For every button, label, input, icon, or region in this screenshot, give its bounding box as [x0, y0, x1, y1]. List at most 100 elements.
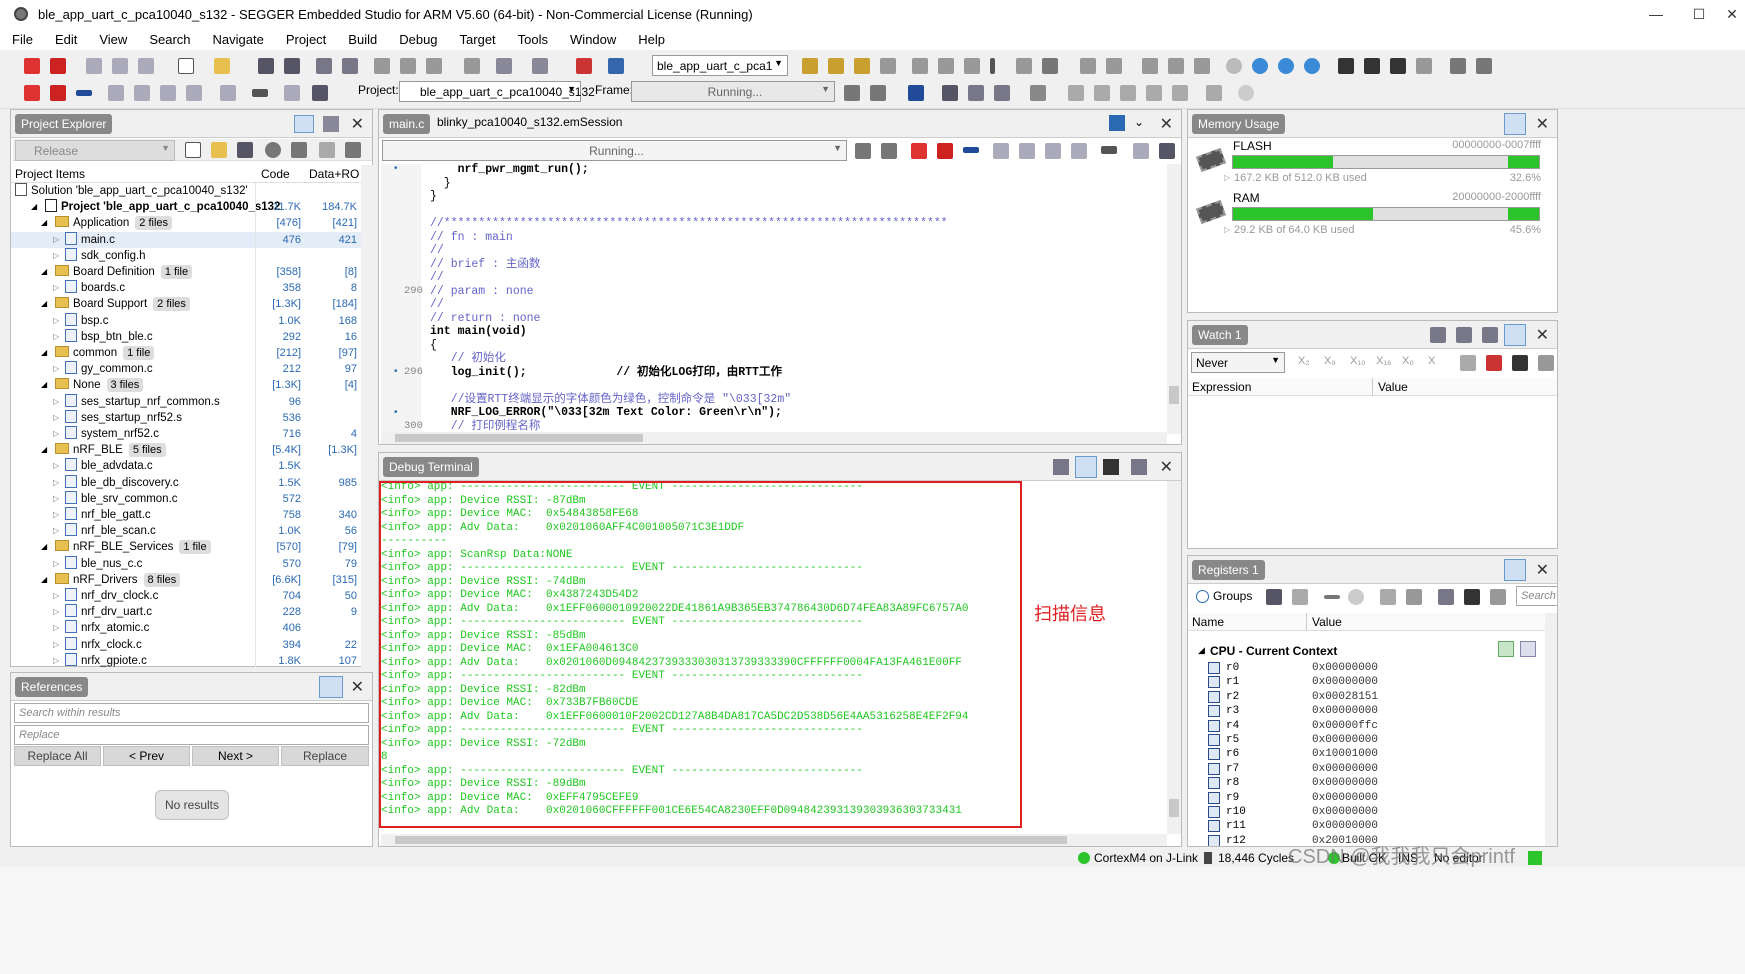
replace-button[interactable]: Replace	[281, 746, 369, 766]
stop-icon[interactable]	[50, 58, 66, 74]
register-row[interactable]: r2 0x00028151	[1188, 690, 1545, 704]
expand-triangle-icon[interactable]: ◢	[41, 345, 47, 361]
format-hex-button[interactable]: X₁₆	[1376, 355, 1392, 367]
collapsed-triangle-icon[interactable]: ▷	[53, 637, 59, 653]
explorer-scrollbar[interactable]	[361, 165, 373, 667]
register-row[interactable]: r6 0x10001000	[1188, 747, 1545, 761]
bookmark-icon[interactable]	[938, 58, 954, 74]
print-icon[interactable]	[316, 58, 332, 74]
references-options-icon[interactable]	[319, 676, 343, 698]
step-into-icon[interactable]	[1019, 143, 1035, 159]
save-icon[interactable]	[258, 58, 274, 74]
collapsed-triangle-icon[interactable]: ▷	[53, 604, 59, 620]
register-tool-1[interactable]	[1266, 589, 1282, 605]
pin-icon[interactable]	[1450, 58, 1466, 74]
register-row[interactable]: r3 0x00000000	[1188, 704, 1545, 718]
project-items-header[interactable]: Project Items	[15, 167, 85, 181]
code-line[interactable]: {	[430, 339, 437, 353]
build-target-icon[interactable]	[802, 58, 818, 74]
exclamation-icon[interactable]	[990, 58, 995, 74]
code-line[interactable]: //	[430, 298, 444, 312]
expand-triangle-icon[interactable]: ◢	[41, 442, 47, 458]
format-default-button[interactable]: X₀	[1402, 355, 1414, 367]
pause-icon[interactable]	[24, 58, 40, 74]
register-tool-2[interactable]	[1292, 589, 1308, 605]
menu-tools[interactable]: Tools	[518, 32, 548, 47]
code-line[interactable]: // return : none	[430, 312, 540, 326]
column-divider[interactable]	[1306, 613, 1307, 631]
target-icon[interactable]	[312, 85, 328, 101]
register-row[interactable]: r9 0x00000000	[1188, 791, 1545, 805]
watch-icon-3[interactable]	[1482, 327, 1498, 343]
references-tab[interactable]: References	[15, 677, 89, 697]
data-column-header[interactable]: Data+RO	[309, 167, 359, 181]
callstack-icon[interactable]	[1172, 85, 1188, 101]
column-divider[interactable]	[1372, 378, 1373, 396]
build-icon[interactable]	[576, 58, 592, 74]
transform-icon[interactable]	[1416, 58, 1432, 74]
step-over-icon[interactable]	[108, 85, 124, 101]
pause-icon[interactable]	[911, 143, 927, 159]
code-line[interactable]: //设置RTT终端显示的字体颜色为绿色，控制命令是 "\033[32m"	[430, 393, 791, 407]
pin-clear-icon[interactable]	[1476, 58, 1492, 74]
options-icon[interactable]	[319, 142, 335, 158]
copy-icon[interactable]	[400, 58, 416, 74]
split-icon[interactable]	[1109, 115, 1125, 131]
find-prev-icon[interactable]	[1304, 58, 1320, 74]
menu-window[interactable]: Window	[570, 32, 616, 47]
tab-main-c[interactable]: main.c	[383, 114, 431, 134]
collapsed-triangle-icon[interactable]: ▷	[53, 248, 59, 264]
register-tool-3[interactable]	[1380, 589, 1396, 605]
collapsed-triangle-icon[interactable]: ▷	[53, 507, 59, 523]
memory-options-icon[interactable]	[1504, 113, 1526, 135]
glasses-icon[interactable]	[252, 89, 268, 97]
watch-icon-1[interactable]	[1430, 327, 1446, 343]
redo-icon[interactable]	[532, 58, 548, 74]
threads-icon[interactable]	[1206, 85, 1222, 101]
replace-icon[interactable]	[1390, 58, 1406, 74]
close-icon[interactable]: ✕	[1536, 560, 1549, 580]
replace-all-button[interactable]: Replace All	[14, 746, 101, 766]
refresh-tree-icon[interactable]	[265, 142, 281, 158]
code-line[interactable]: // brief : 主函数	[430, 258, 540, 272]
code-line[interactable]: // 初始化	[430, 352, 506, 366]
register-tool-5[interactable]	[1438, 589, 1454, 605]
release-combo[interactable]: Release ▼	[15, 140, 175, 161]
build-config-combo[interactable]: ble_app_uart_c_pca1 ▼	[652, 55, 788, 76]
expand-triangle-icon[interactable]: ◢	[41, 215, 47, 231]
menu-view[interactable]: View	[99, 32, 127, 47]
register-name-header[interactable]: Name	[1192, 615, 1224, 629]
register-tool-4[interactable]	[1406, 589, 1422, 605]
code-view-icon[interactable]	[291, 142, 307, 158]
insert-icon[interactable]	[1016, 58, 1032, 74]
register-row[interactable]: r1 0x00000000	[1188, 675, 1545, 689]
maximize-button[interactable]: ☐	[1676, 0, 1722, 28]
disassembly-icon[interactable]	[968, 85, 984, 101]
watch-export-icon[interactable]	[1538, 355, 1554, 371]
code-line[interactable]: //	[430, 271, 444, 285]
editor-vscroll[interactable]	[1167, 164, 1181, 434]
uncomment-icon[interactable]	[1168, 58, 1184, 74]
code-line[interactable]: // 打印例程名称	[430, 420, 541, 434]
watch-delete-icon[interactable]	[1486, 355, 1502, 371]
watch-icon-2[interactable]	[1456, 327, 1472, 343]
globals-icon[interactable]	[1120, 85, 1136, 101]
code-line[interactable]: //**************************************…	[430, 217, 948, 231]
expand-triangle-icon[interactable]: ◢	[41, 572, 47, 588]
column-divider[interactable]	[255, 183, 256, 667]
collapsed-triangle-icon[interactable]: ▷	[53, 653, 59, 667]
sync-icon[interactable]	[323, 116, 339, 132]
collapsed-triangle-icon[interactable]: ▷	[1224, 173, 1230, 182]
collapsed-triangle-icon[interactable]: ▷	[53, 410, 59, 426]
cut-icon[interactable]	[374, 58, 390, 74]
chevron-down-icon[interactable]: ⌄	[1134, 115, 1144, 129]
cycles-status[interactable]: 18,446 Cycles	[1218, 851, 1294, 865]
download-status-icon[interactable]	[1528, 851, 1542, 865]
arrow-right-icon[interactable]	[1324, 595, 1340, 599]
register-search-input[interactable]: Search R	[1516, 586, 1557, 606]
watch-mode-combo[interactable]: Never ▼	[1191, 352, 1285, 373]
register-copy-icon[interactable]	[1464, 589, 1480, 605]
back-arrow-icon[interactable]	[76, 90, 92, 96]
step-into-icon[interactable]	[112, 58, 128, 74]
format-icon[interactable]	[1194, 58, 1210, 74]
